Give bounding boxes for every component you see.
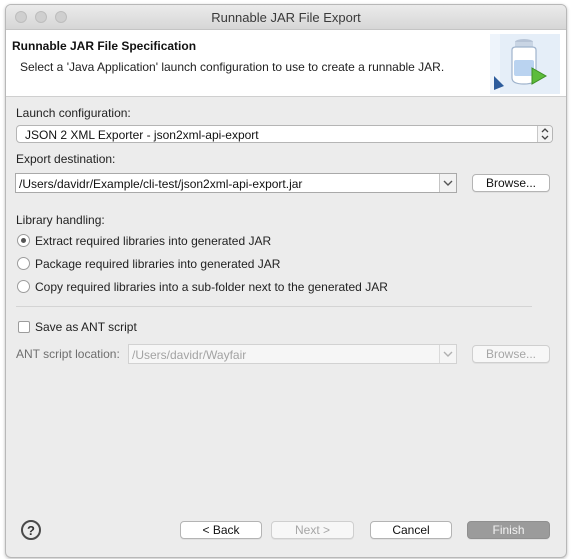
copy-libraries-label[interactable]: Copy required libraries into a sub-folde… [35,280,388,294]
cancel-button[interactable]: Cancel [370,521,452,539]
export-destination-value: /Users/davidr/Example/cli-test/json2xml-… [19,177,303,191]
save-ant-script-label[interactable]: Save as ANT script [35,320,137,334]
ant-script-location-value: /Users/davidr/Wayfair [132,348,247,362]
export-destination-label: Export destination: [16,152,116,166]
help-icon[interactable]: ? [21,520,41,540]
save-ant-script-checkbox[interactable] [18,321,30,333]
launch-configuration-label: Launch configuration: [16,106,131,120]
package-libraries-radio[interactable] [17,257,30,270]
library-handling-label: Library handling: [16,213,105,227]
extract-libraries-label[interactable]: Extract required libraries into generate… [35,234,271,248]
chevron-down-icon[interactable] [439,174,456,192]
launch-configuration-value: JSON 2 XML Exporter - json2xml-api-expor… [25,128,259,142]
select-stepper-icon [537,126,552,142]
wizard-header: Runnable JAR File Specification Select a… [6,30,566,97]
title-bar[interactable]: Runnable JAR File Export [6,5,566,30]
extract-libraries-radio[interactable] [17,234,30,247]
finish-button[interactable]: Finish [467,521,550,539]
export-browse-button[interactable]: Browse... [472,174,550,192]
next-button[interactable]: Next > [271,521,354,539]
jar-export-wizard-icon [490,34,560,94]
copy-libraries-radio[interactable] [17,280,30,293]
ant-script-location-input[interactable]: /Users/davidr/Wayfair [128,344,457,364]
export-destination-input[interactable]: /Users/davidr/Example/cli-test/json2xml-… [15,173,457,193]
ant-browse-button[interactable]: Browse... [472,345,550,363]
page-title: Runnable JAR File Specification [12,39,197,53]
back-button[interactable]: < Back [180,521,262,539]
page-description: Select a 'Java Application' launch confi… [20,60,445,74]
package-libraries-label[interactable]: Package required libraries into generate… [35,257,280,271]
ant-script-location-label: ANT script location: [16,347,120,361]
export-dialog: Runnable JAR File Export Runnable JAR Fi… [5,4,567,558]
launch-configuration-select[interactable]: JSON 2 XML Exporter - json2xml-api-expor… [16,125,553,143]
window-title: Runnable JAR File Export [211,10,361,25]
separator [16,306,532,307]
chevron-down-icon[interactable] [439,345,456,363]
